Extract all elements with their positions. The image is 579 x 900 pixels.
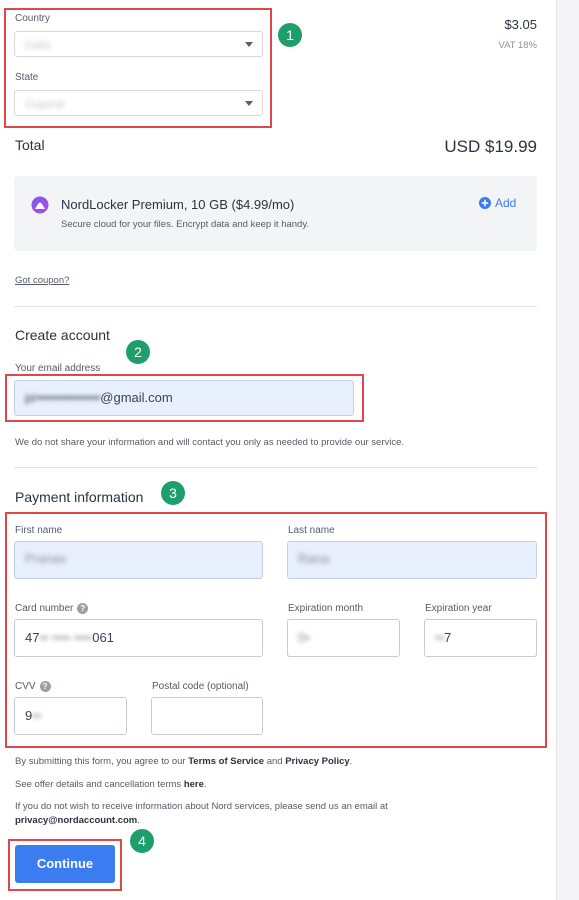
tax-note: VAT 18%	[498, 40, 537, 51]
plus-circle-icon	[479, 197, 491, 209]
terms-of-service-link[interactable]: Terms of Service	[188, 756, 264, 767]
addon-card: NordLocker Premium, 10 GB ($4.99/mo) Sec…	[14, 176, 537, 251]
create-account-heading: Create account	[15, 327, 110, 343]
page-side-gutter	[556, 0, 579, 900]
annotation-badge-3: 3	[161, 481, 185, 505]
divider	[14, 306, 537, 307]
annotation-badge-4: 4	[130, 829, 154, 853]
add-addon-button[interactable]: Add	[479, 196, 516, 210]
addon-description: Secure cloud for your files. Encrypt dat…	[61, 219, 310, 230]
add-label: Add	[495, 196, 517, 210]
addon-title: NordLocker Premium, 10 GB ($4.99/mo)	[61, 197, 295, 212]
total-label: Total	[15, 137, 45, 153]
annotation-box-1	[4, 8, 272, 128]
privacy-policy-link[interactable]: Privacy Policy	[285, 756, 349, 767]
offer-details-link[interactable]: here	[184, 779, 204, 790]
annotation-badge-2: 2	[126, 340, 150, 364]
offer-terms-line: See offer details and cancellation terms…	[15, 779, 207, 790]
email-label: Your email address	[15, 363, 101, 374]
privacy-note: We do not share your information and wil…	[15, 437, 405, 448]
annotation-box-3	[5, 512, 547, 748]
opt-out-email: privacy@nordaccount.com.	[15, 815, 140, 826]
annotation-badge-1: 1	[278, 23, 302, 47]
tax-amount: $3.05	[504, 17, 537, 32]
payment-heading: Payment information	[15, 489, 144, 505]
privacy-email-link[interactable]: privacy@nordaccount.com	[15, 815, 137, 826]
terms-line: By submitting this form, you agree to ou…	[15, 756, 353, 767]
annotation-box-4	[8, 839, 122, 891]
coupon-link[interactable]: Got coupon?	[15, 275, 69, 286]
nordlocker-logo-icon	[31, 196, 49, 214]
total-amount: USD $19.99	[444, 137, 537, 156]
divider	[14, 467, 537, 468]
opt-out-line: If you do not wish to receive informatio…	[15, 801, 388, 812]
annotation-box-2	[5, 374, 364, 422]
